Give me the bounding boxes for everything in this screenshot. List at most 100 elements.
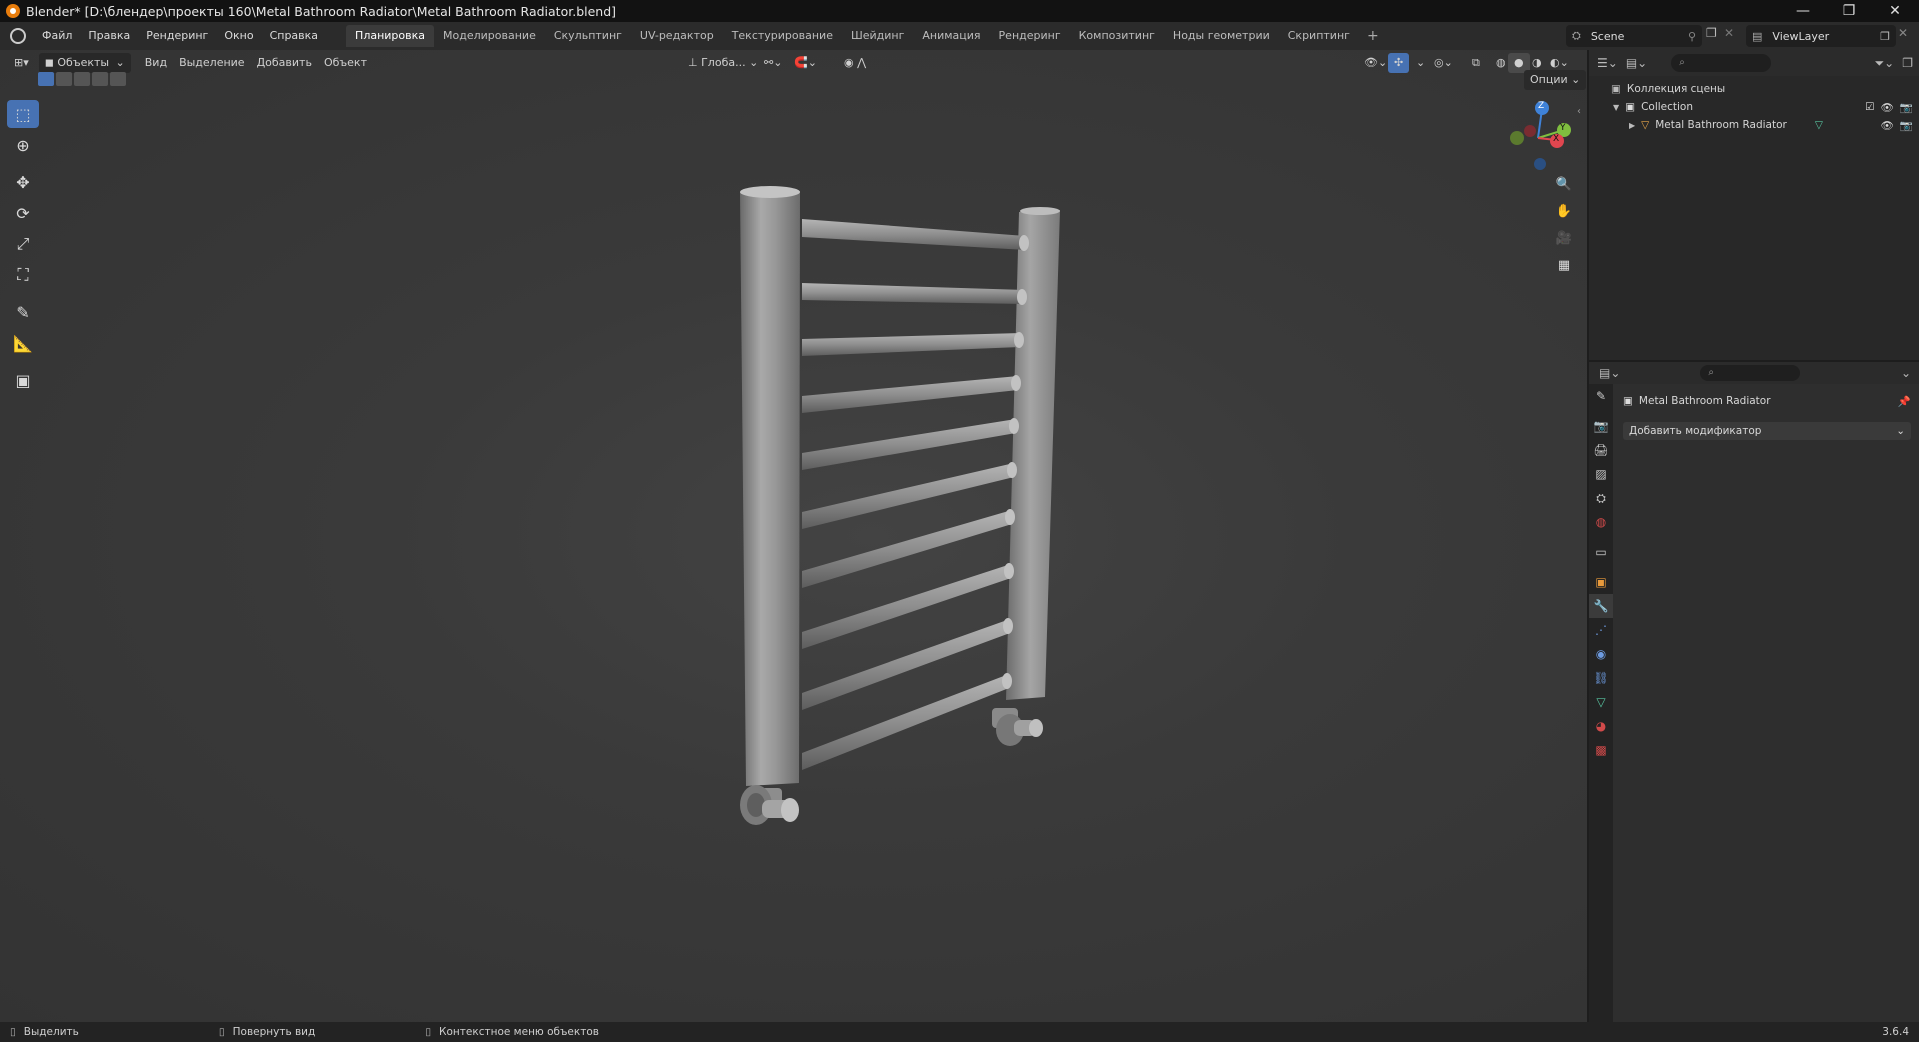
menu-object[interactable]: Объект: [318, 53, 373, 73]
eye-icon[interactable]: 👁: [1881, 119, 1894, 132]
scale-tool-icon[interactable]: ⤢: [7, 230, 39, 258]
tab-sculpting[interactable]: Скульптинг: [545, 25, 631, 47]
menu-file[interactable]: Файл: [34, 22, 80, 50]
camera-icon[interactable]: 🎥: [1552, 226, 1576, 250]
expand-arrow-icon[interactable]: ▶: [1629, 121, 1635, 130]
new-viewlayer-icon[interactable]: ❐: [1880, 30, 1890, 43]
scene-selector[interactable]: ⛭ Scene ⚲: [1566, 25, 1702, 47]
menu-view[interactable]: Вид: [139, 53, 173, 73]
camera-render-icon[interactable]: 📷: [1900, 101, 1913, 114]
rotate-tool-icon[interactable]: ⟳: [7, 199, 39, 227]
tab-layout[interactable]: Планировка: [346, 25, 435, 47]
annotate-tool-icon[interactable]: ✎: [7, 298, 39, 326]
add-cube-tool-icon[interactable]: ▣: [7, 366, 39, 394]
viewlayer-selector[interactable]: ▤ ViewLayer ❐: [1746, 25, 1896, 47]
options-dropdown[interactable]: Опции ⌄: [1524, 70, 1587, 90]
select-invert-icon[interactable]: [92, 72, 108, 86]
render-tab-icon[interactable]: 📷: [1589, 414, 1613, 438]
tab-shading[interactable]: Шейдинг: [842, 25, 913, 47]
new-scene-icon[interactable]: ❐: [1706, 26, 1724, 46]
camera-render-icon[interactable]: 📷: [1900, 119, 1913, 132]
3d-viewport[interactable]: [0, 50, 1587, 1022]
menu-add[interactable]: Добавить: [251, 53, 318, 73]
measure-tool-icon[interactable]: 📐: [7, 329, 39, 357]
add-workspace-button[interactable]: +: [1359, 28, 1387, 44]
collection-label: Collection: [1641, 101, 1694, 113]
overlay-icon[interactable]: ◎⌄: [1428, 53, 1459, 73]
tab-texture-paint[interactable]: Текстурирование: [723, 25, 842, 47]
zoom-icon[interactable]: 🔍: [1552, 172, 1576, 196]
add-modifier-dropdown[interactable]: Добавить модификатор ⌄: [1623, 422, 1911, 440]
menu-edit[interactable]: Правка: [80, 22, 138, 50]
menu-window[interactable]: Окно: [216, 22, 261, 50]
mode-dropdown[interactable]: ◼ Объекты ⌄: [38, 53, 131, 73]
particles-tab-icon[interactable]: ⋰: [1589, 618, 1613, 642]
menu-render[interactable]: Рендеринг: [138, 22, 216, 50]
pin-icon[interactable]: ⚲: [1688, 30, 1696, 43]
close-button[interactable]: ✕: [1872, 0, 1918, 22]
cursor-tool-icon[interactable]: ⊕: [7, 131, 39, 159]
tab-modeling[interactable]: Моделирование: [434, 25, 545, 47]
move-tool-icon[interactable]: ✥: [7, 168, 39, 196]
material-tab-icon[interactable]: ◕: [1589, 714, 1613, 738]
tab-compositing[interactable]: Композитинг: [1070, 25, 1164, 47]
display-mode-icon[interactable]: ▤⌄: [1626, 56, 1647, 70]
tab-animation[interactable]: Анимация: [913, 25, 989, 47]
navigation-gizmo[interactable]: Z Y X: [1500, 98, 1576, 174]
xray-icon[interactable]: ⧉: [1466, 53, 1486, 73]
editor-type-icon[interactable]: ⊞▾: [8, 53, 35, 73]
pivot-icon[interactable]: ⚯⌄: [758, 53, 788, 73]
grid-ortho-icon[interactable]: ▦: [1552, 253, 1576, 277]
properties-editor-icon[interactable]: ▤⌄: [1599, 366, 1620, 380]
outliner-search-input[interactable]: ⌕: [1671, 54, 1772, 72]
transform-tool-icon[interactable]: ⛶: [7, 261, 39, 289]
gizmo-toggle-icon[interactable]: ✣: [1388, 53, 1410, 73]
collection-tab-icon[interactable]: ▭: [1589, 540, 1613, 564]
tab-uv-editing[interactable]: UV-редактор: [631, 25, 723, 47]
pan-hand-icon[interactable]: ✋: [1552, 199, 1576, 223]
tool-tab-icon[interactable]: ✎: [1589, 384, 1613, 408]
orientation-dropdown[interactable]: ⊥ Глоба... ⌄: [682, 53, 764, 73]
chevron-down-icon[interactable]: ⌄: [1901, 366, 1911, 380]
tab-scripting[interactable]: Скриптинг: [1279, 25, 1359, 47]
menu-select[interactable]: Выделение: [173, 53, 251, 73]
modifier-tab-icon[interactable]: 🔧: [1589, 594, 1613, 618]
new-collection-icon[interactable]: ❐: [1902, 56, 1913, 70]
data-tab-icon[interactable]: ▽: [1589, 690, 1613, 714]
output-tab-icon[interactable]: 🖨: [1589, 438, 1613, 462]
outliner-editor-icon[interactable]: ☰⌄: [1597, 56, 1618, 70]
object-tab-icon[interactable]: ▣: [1589, 570, 1613, 594]
proportional-edit-icon[interactable]: ◉ ⋀: [838, 53, 872, 73]
physics-tab-icon[interactable]: ◉: [1589, 642, 1613, 666]
select-extend-icon[interactable]: [56, 72, 72, 86]
pin-icon[interactable]: 📌: [1898, 395, 1911, 408]
snap-icon[interactable]: 🧲⌄: [788, 53, 823, 73]
select-intersect-icon[interactable]: [110, 72, 126, 86]
expand-arrow-icon[interactable]: ▼: [1613, 103, 1619, 112]
constraints-tab-icon[interactable]: ⛓: [1589, 666, 1613, 690]
view-layer-tab-icon[interactable]: ▨: [1589, 462, 1613, 486]
outliner-collection-row[interactable]: ▼ ▣ Collection ☑ 👁 📷: [1589, 98, 1919, 116]
select-box-tool-icon[interactable]: ⬚: [7, 100, 39, 128]
view-nav-buttons: 🔍 ✋ 🎥 ▦: [1552, 172, 1576, 277]
eye-icon[interactable]: 👁: [1881, 101, 1894, 114]
outliner-object-row[interactable]: ▶ ▽ Metal Bathroom Radiator ▽ 👁 📷: [1589, 116, 1919, 134]
delete-scene-icon[interactable]: ✕: [1724, 26, 1742, 46]
blender-menu-icon[interactable]: [10, 28, 26, 44]
menu-help[interactable]: Справка: [262, 22, 326, 50]
select-subtract-icon[interactable]: [74, 72, 90, 86]
minimize-button[interactable]: —: [1780, 0, 1826, 22]
world-tab-icon[interactable]: ◍: [1589, 510, 1613, 534]
select-new-icon[interactable]: [38, 72, 54, 86]
properties-search-input[interactable]: ⌕: [1700, 365, 1801, 381]
filter-icon[interactable]: ⏷⌄: [1875, 56, 1895, 71]
exclude-checkbox-icon[interactable]: ☑: [1865, 101, 1874, 113]
texture-tab-icon[interactable]: ▩: [1589, 738, 1613, 762]
sidebar-toggle-icon[interactable]: ‹: [1577, 106, 1581, 117]
scene-tab-icon[interactable]: ⛭: [1589, 486, 1613, 510]
tab-rendering[interactable]: Рендеринг: [990, 25, 1070, 47]
outliner-scene-collection[interactable]: ▣ Коллекция сцены: [1589, 80, 1919, 98]
tab-geometry-nodes[interactable]: Ноды геометрии: [1164, 25, 1279, 47]
delete-viewlayer-icon[interactable]: ✕: [1898, 26, 1916, 46]
restore-button[interactable]: ❐: [1826, 0, 1872, 22]
